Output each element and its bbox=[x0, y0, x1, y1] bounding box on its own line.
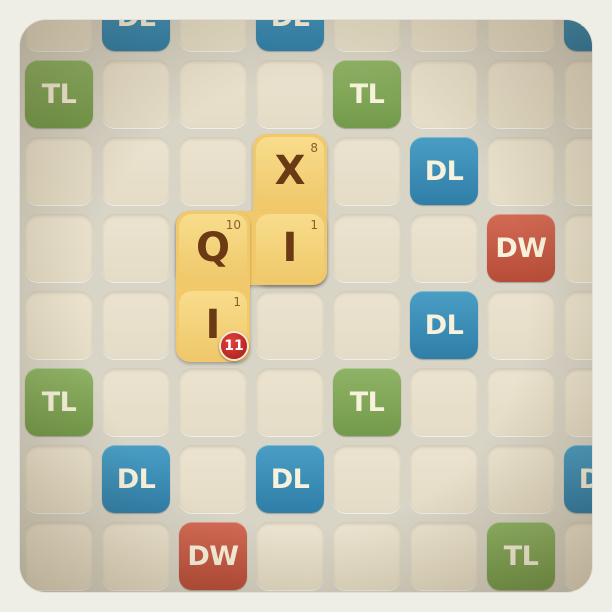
letter-tile[interactable]: Q 10 bbox=[179, 214, 247, 282]
tile-points: 1 bbox=[233, 295, 241, 309]
board-cell[interactable] bbox=[25, 445, 93, 513]
board-cell[interactable] bbox=[487, 368, 555, 436]
board-cell-dl[interactable]: DL bbox=[564, 20, 592, 51]
letter-tile[interactable]: X8 bbox=[256, 137, 324, 205]
board-cell-dl[interactable]: DL bbox=[410, 137, 478, 205]
tile-points: 10 bbox=[225, 218, 241, 232]
board-cell[interactable] bbox=[487, 291, 555, 359]
board-cell[interactable] bbox=[410, 368, 478, 436]
board-cell[interactable] bbox=[256, 291, 324, 359]
board-cell[interactable] bbox=[179, 20, 247, 51]
board-cell[interactable] bbox=[102, 60, 170, 128]
board-cell[interactable] bbox=[256, 522, 324, 590]
tile-letter: X bbox=[274, 148, 306, 194]
game-board-frame: DLDLDLTLTLDLDWDLTLTLDLDLDLDWTL X8Q10I1I1… bbox=[20, 20, 592, 592]
board-cell[interactable] bbox=[25, 20, 93, 51]
board-cell[interactable] bbox=[25, 137, 93, 205]
board-cell-tl[interactable]: TL bbox=[333, 368, 401, 436]
board-cell[interactable] bbox=[564, 137, 592, 205]
tile-points: 1 bbox=[310, 218, 318, 232]
board-cell[interactable] bbox=[564, 60, 592, 128]
score-badge: 11 bbox=[219, 331, 249, 361]
board-cell[interactable] bbox=[333, 291, 401, 359]
board-cell[interactable] bbox=[487, 137, 555, 205]
board-cell-dl[interactable]: DL bbox=[564, 445, 592, 513]
board-cell[interactable] bbox=[102, 214, 170, 282]
board-cell[interactable] bbox=[102, 522, 170, 590]
board-cell-dl[interactable]: DL bbox=[256, 445, 324, 513]
board-cell[interactable] bbox=[179, 137, 247, 205]
board-cell-tl[interactable]: TL bbox=[25, 368, 93, 436]
board-cell[interactable] bbox=[564, 368, 592, 436]
board-cell[interactable] bbox=[564, 214, 592, 282]
board-cell[interactable] bbox=[333, 522, 401, 590]
board-cell[interactable] bbox=[179, 60, 247, 128]
board-cell[interactable] bbox=[410, 445, 478, 513]
board-cell-dw[interactable]: DW bbox=[179, 522, 247, 590]
board-cell-tl[interactable]: TL bbox=[487, 522, 555, 590]
tile-letter: I bbox=[205, 302, 221, 348]
board-cell-tl[interactable]: TL bbox=[25, 60, 93, 128]
board-cell[interactable] bbox=[102, 368, 170, 436]
board-cell[interactable] bbox=[333, 137, 401, 205]
board-cell[interactable] bbox=[487, 60, 555, 128]
board-cell[interactable] bbox=[179, 368, 247, 436]
board-cell[interactable] bbox=[333, 20, 401, 51]
board-cell[interactable] bbox=[25, 291, 93, 359]
letter-tile[interactable]: I1 bbox=[256, 214, 324, 282]
board-cell-dw[interactable]: DW bbox=[487, 214, 555, 282]
board-cell[interactable] bbox=[179, 445, 247, 513]
board-cell[interactable] bbox=[333, 445, 401, 513]
board-cell[interactable] bbox=[256, 60, 324, 128]
board-cell[interactable] bbox=[410, 60, 478, 128]
board-cell-dl[interactable]: DL bbox=[102, 445, 170, 513]
board-cell[interactable] bbox=[487, 445, 555, 513]
board-cell[interactable] bbox=[333, 214, 401, 282]
board-cell[interactable] bbox=[102, 291, 170, 359]
game-board: DLDLDLTLTLDLDWDLTLTLDLDLDLDWTL bbox=[20, 20, 592, 592]
board-cell[interactable] bbox=[410, 214, 478, 282]
board-cell[interactable] bbox=[410, 20, 478, 51]
tile-points: 8 bbox=[310, 141, 318, 155]
tile-letter: I bbox=[282, 225, 298, 271]
board-cell[interactable] bbox=[487, 20, 555, 51]
board-cell-dl[interactable]: DL bbox=[410, 291, 478, 359]
board-cell[interactable] bbox=[564, 522, 592, 590]
board-cell-tl[interactable]: TL bbox=[333, 60, 401, 128]
board-cell[interactable] bbox=[25, 522, 93, 590]
board-cell[interactable] bbox=[564, 291, 592, 359]
board-cell[interactable] bbox=[256, 368, 324, 436]
board-cell-dl[interactable]: DL bbox=[256, 20, 324, 51]
board-cell[interactable] bbox=[410, 522, 478, 590]
board-cell[interactable] bbox=[102, 137, 170, 205]
tile-letter: Q bbox=[195, 225, 230, 271]
board-cell[interactable] bbox=[25, 214, 93, 282]
board-cell-dl[interactable]: DL bbox=[102, 20, 170, 51]
